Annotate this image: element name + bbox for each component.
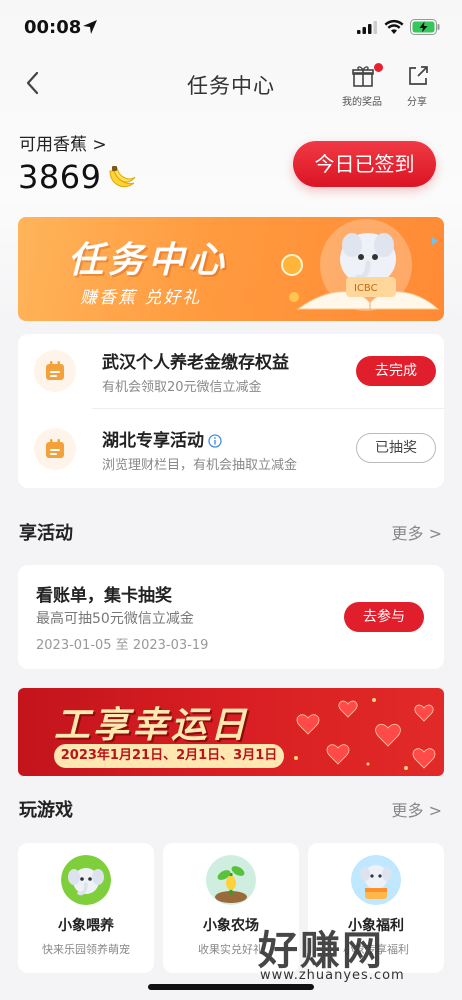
task-row[interactable]: 湖北专享活动 浏览理财栏目，有机会抽取立减金 已抽奖 <box>18 412 444 486</box>
icbc-badge-text: ICBC <box>354 283 378 294</box>
cellular-signal-icon <box>357 21 377 34</box>
battery-charging-icon <box>410 19 440 35</box>
task-icon-container <box>34 428 76 470</box>
lucky-day-dates: 2023年1月21日、2月1日、3月1日 <box>54 744 284 768</box>
hearts-decoration <box>294 698 436 770</box>
task-description: 浏览理财栏目，有机会抽取立减金 <box>102 458 298 473</box>
calendar-icon <box>46 361 64 380</box>
gift-icon <box>352 66 374 87</box>
banner-subtitle: 赚香蕉 兑好礼 <box>80 288 202 308</box>
banana-icon <box>109 166 136 187</box>
divider <box>92 408 444 409</box>
calendar-icon <box>46 439 64 458</box>
task-icon-container <box>34 350 76 392</box>
join-activity-button[interactable]: 去参与 <box>344 602 424 632</box>
complete-task-button[interactable]: 去完成 <box>356 356 436 386</box>
task-title: 湖北专享活动 <box>102 431 204 451</box>
site-watermark: 好赚网 www.zhuanyes.com <box>258 918 448 988</box>
elephant-book-illustration: ICBC <box>281 219 440 311</box>
task-description: 有机会领取20元微信立减金 <box>102 380 262 395</box>
location-arrow-icon <box>83 20 97 34</box>
nav-bar: 任务中心 我的奖品 分享 <box>0 56 462 112</box>
elephant-welfare-avatar <box>351 855 401 905</box>
lucky-day-title: 工享幸运日 <box>54 705 250 746</box>
status-time: 00:08 <box>24 17 82 38</box>
games-more-link[interactable]: 更多 > <box>392 797 443 821</box>
watermark-url: www.zhuanyes.com <box>260 968 405 983</box>
balance-label[interactable]: 可用香蕉 > <box>19 130 107 155</box>
status-bar: 00:08 <box>0 0 462 56</box>
activity-title: 看账单，集卡抽奖 <box>36 586 172 606</box>
task-row[interactable]: 武汉个人养老金缴存权益 有机会领取20元微信立减金 去完成 <box>18 334 444 408</box>
home-indicator[interactable] <box>148 984 314 990</box>
info-icon[interactable] <box>208 434 222 448</box>
game-description: 快来乐园领养萌宠 <box>42 943 130 956</box>
notification-dot <box>374 63 383 72</box>
farm-plant-avatar <box>206 855 256 905</box>
my-prizes-button[interactable]: 我的奖品 <box>338 62 386 108</box>
task-title: 武汉个人养老金缴存权益 <box>102 353 289 373</box>
already-drawn-button[interactable]: 已抽奖 <box>356 433 436 463</box>
elephant-feed-avatar <box>61 855 111 905</box>
activity-date-range: 2023-01-05 至 2023-03-19 <box>36 638 209 653</box>
activities-section-title: 享活动 <box>19 523 73 544</box>
task-title-container: 湖北专享活动 <box>102 426 222 451</box>
share-icon <box>409 66 428 85</box>
balance-value: 3869 <box>18 158 102 196</box>
task-center-banner[interactable]: 任务中心 赚香蕉 兑好礼 ICBC <box>18 217 444 321</box>
signed-in-today-button[interactable]: 今日已签到 <box>293 141 436 187</box>
banner-title: 任务中心 <box>68 240 229 281</box>
activities-more-link[interactable]: 更多 > <box>392 520 443 544</box>
games-section-title: 玩游戏 <box>19 800 73 821</box>
tasks-card: 武汉个人养老金缴存权益 有机会领取20元微信立减金 去完成 湖北专享活动 浏览理… <box>18 334 444 488</box>
my-prizes-label: 我的奖品 <box>342 97 382 108</box>
activity-card[interactable]: 看账单，集卡抽奖 最高可抽50元微信立减金 2023-01-05 至 2023-… <box>18 565 444 669</box>
wifi-icon <box>384 19 404 34</box>
lucky-day-banner[interactable]: 工享幸运日 2023年1月21日、2月1日、3月1日 <box>18 688 444 776</box>
share-label: 分享 <box>407 97 427 108</box>
share-button[interactable]: 分享 <box>393 62 441 108</box>
activity-description: 最高可抽50元微信立减金 <box>36 611 194 627</box>
game-name: 小象喂养 <box>58 918 114 934</box>
game-card-feed[interactable]: 小象喂养 快来乐园领养萌宠 <box>18 843 154 973</box>
